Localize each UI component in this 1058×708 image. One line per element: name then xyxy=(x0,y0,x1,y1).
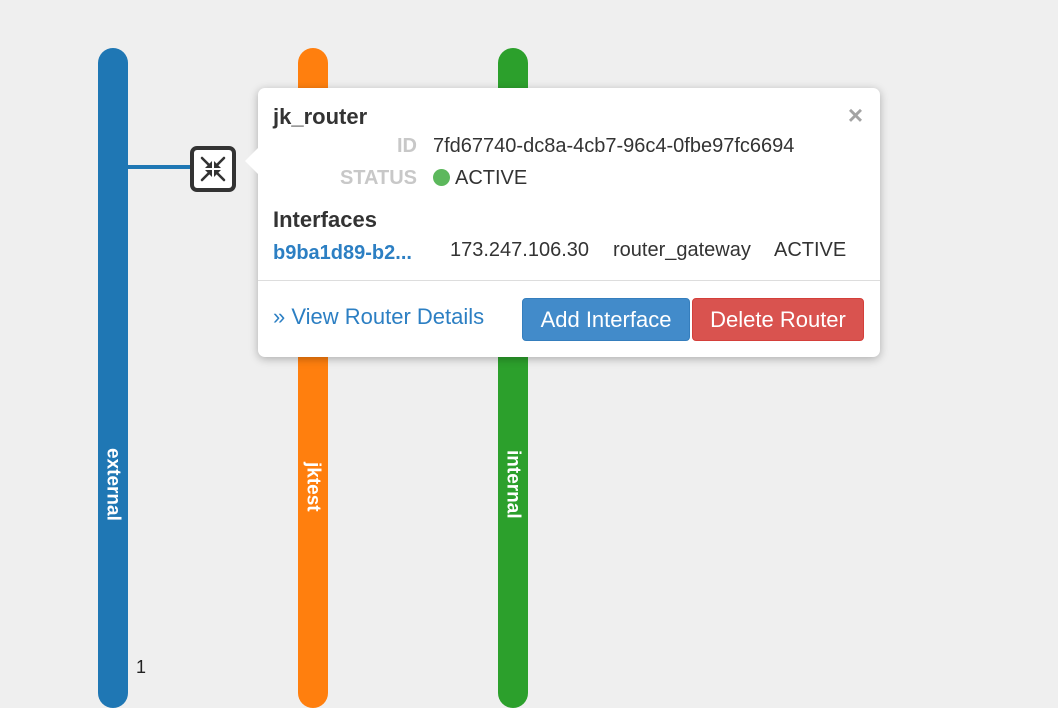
popover-divider xyxy=(258,280,880,281)
network-external[interactable]: external xyxy=(98,48,128,708)
router-link-line xyxy=(128,165,192,169)
network-internal-label: internal xyxy=(502,450,524,519)
router-id-value: 7fd67740-dc8a-4cb7-96c4-0fbe97fc6694 xyxy=(433,135,795,157)
router-status-text: ACTIVE xyxy=(455,167,528,189)
interface-status: ACTIVE xyxy=(774,239,847,261)
router-status-value: ACTIVE xyxy=(433,167,527,189)
router-popover: jk_router × ID 7fd67740-dc8a-4cb7-96c4-0… xyxy=(245,88,880,357)
router-arrows-icon xyxy=(200,156,226,182)
close-icon[interactable]: × xyxy=(848,102,863,128)
network-jktest-label: jktest xyxy=(302,462,324,512)
partial-label: 1 xyxy=(136,657,147,677)
interfaces-heading: Interfaces xyxy=(273,207,377,232)
delete-router-button[interactable]: Delete Router xyxy=(692,298,864,341)
router-status-label: STATUS xyxy=(339,167,417,189)
router-node[interactable] xyxy=(190,146,236,192)
interface-id-link[interactable]: b9ba1d89-b2... xyxy=(273,242,431,264)
router-name: jk_router xyxy=(273,104,368,129)
popover-arrow xyxy=(245,148,258,174)
interface-ip: 173.247.106.30 xyxy=(450,239,590,261)
add-interface-button[interactable]: Add Interface xyxy=(522,298,690,341)
status-dot-icon xyxy=(433,169,450,186)
interface-type: router_gateway xyxy=(613,239,751,261)
router-id-label: ID xyxy=(397,135,417,157)
network-external-label: external xyxy=(102,448,124,521)
view-router-details-link[interactable]: » View Router Details xyxy=(273,304,484,329)
